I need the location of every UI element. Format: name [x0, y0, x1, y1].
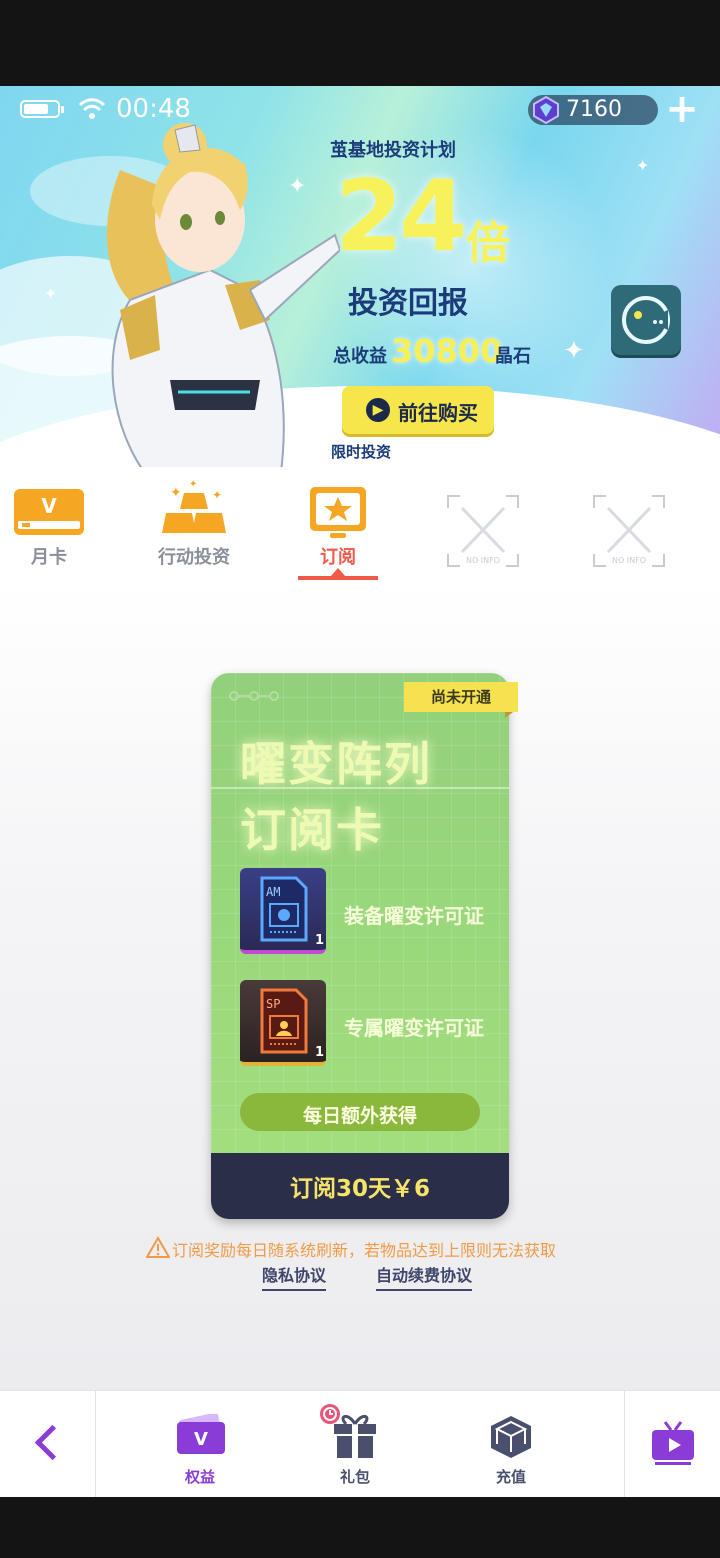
gem-count: 7160 — [566, 97, 622, 122]
svg-text:✦: ✦ — [170, 485, 182, 501]
tab-subscription[interactable]: 订阅 — [278, 467, 398, 580]
item-label: 专属曜变许可证 — [344, 1016, 484, 1040]
gem-balance: 7160 — [528, 95, 658, 125]
add-gems-button[interactable]: + — [664, 89, 700, 129]
nav-label: 权益 — [184, 1468, 215, 1486]
active-tab-caret — [331, 568, 345, 576]
badge-fold — [505, 712, 513, 718]
vip-ticket-icon: V — [177, 1414, 225, 1454]
card-dots-decor — [229, 691, 279, 701]
back-button[interactable] — [0, 1390, 96, 1497]
item-qty: 1 — [314, 933, 324, 948]
status-badge: 尚未开通 — [404, 682, 518, 712]
svg-text:✦: ✦ — [212, 488, 222, 502]
card-title: 曜变阵列 — [240, 737, 432, 791]
sparkle-icon: ✦ — [636, 156, 650, 175]
card-divider — [211, 787, 509, 789]
subscribe-label: 订阅30天￥6 — [289, 1176, 430, 1202]
top-letterbox — [0, 0, 720, 86]
item-qty: 1 — [314, 1045, 324, 1060]
daily-bonus-label: 每日额外获得 — [302, 1105, 417, 1127]
status-time: 00:48 — [116, 94, 191, 124]
nav-recharge[interactable]: 充值 — [456, 1390, 566, 1497]
svg-text:V: V — [194, 1429, 208, 1450]
sparkle-icon: ✦ — [44, 284, 58, 303]
privacy-link[interactable]: 隐私协议 — [262, 1262, 327, 1291]
total-label: 总收益 — [333, 346, 387, 367]
total-value: 30800 — [391, 332, 503, 370]
cube-icon — [491, 1416, 531, 1458]
limited-time-label: 限时投资 — [331, 443, 392, 461]
gift-icon — [320, 1404, 376, 1458]
item-slot[interactable]: SP 1 — [240, 980, 326, 1066]
auto-renew-link[interactable]: 自动续费协议 — [376, 1262, 473, 1291]
svg-text:AM: AM — [266, 885, 280, 899]
item-slot[interactable]: AM 1 — [240, 868, 326, 954]
tab-label: 月卡 — [31, 547, 67, 568]
am-license-icon: AM — [260, 876, 308, 942]
total-unit: 晶石 — [495, 346, 531, 367]
arrow-right-icon: ▶ — [366, 398, 390, 422]
sp-license-icon: SP — [260, 988, 308, 1054]
nav-benefits[interactable]: V 权益 — [145, 1390, 255, 1497]
nav-label: 充值 — [495, 1468, 526, 1486]
svg-text:V: V — [41, 494, 57, 518]
banner-subtitle: 茧基地投资计划 — [330, 140, 456, 161]
sparkle-icon: ✦ — [563, 336, 585, 366]
mascot-button[interactable] — [611, 285, 681, 355]
notice-text: 订阅奖励每日随系统刷新，若物品达到上限则无法获取 — [172, 1241, 557, 1260]
tab-label: 订阅 — [320, 547, 356, 568]
notice-row: 订阅奖励每日随系统刷新，若物品达到上限则无法获取 — [146, 1236, 566, 1260]
warning-icon — [146, 1236, 170, 1258]
tv-play-icon — [652, 1421, 694, 1465]
svg-text:NO INFO: NO INFO — [466, 556, 500, 565]
banner-multiplier: 24 — [335, 160, 467, 274]
bottom-letterbox — [0, 1497, 720, 1558]
wifi-icon — [78, 98, 106, 119]
pacman-mascot-icon — [622, 296, 670, 344]
no-info-placeholder-icon[interactable]: NO INFO — [592, 494, 666, 568]
go-buy-button[interactable]: ▶ 前往购买 — [342, 386, 494, 434]
battery-icon — [20, 100, 64, 118]
subscribe-button[interactable]: 订阅30天￥6 — [211, 1153, 509, 1219]
tab-monthly-card[interactable]: V 月卡 — [0, 467, 109, 580]
nav-gift-pack[interactable]: 礼包 — [300, 1390, 410, 1497]
svg-text:SP: SP — [266, 997, 280, 1011]
banner-multiplier-unit: 倍 — [466, 218, 510, 269]
no-info-placeholder-icon[interactable]: NO INFO — [446, 494, 520, 568]
character-illustration — [106, 123, 340, 480]
gold-bars-icon: ✦ ✦ ✦ — [162, 479, 226, 533]
daily-bonus-pill: 每日额外获得 — [240, 1093, 480, 1131]
nav-label: 礼包 — [339, 1468, 370, 1486]
svg-text:NO INFO: NO INFO — [612, 556, 646, 565]
banner-headline: 投资回报 — [348, 286, 468, 321]
item-label: 装备曜变许可证 — [344, 904, 484, 928]
tab-action-investment[interactable]: ✦ ✦ ✦ 行动投资 — [134, 467, 254, 580]
video-button[interactable] — [624, 1390, 720, 1497]
svg-text:✦: ✦ — [189, 479, 197, 490]
vip-card-icon: V — [14, 489, 84, 535]
go-buy-label: 前往购买 — [398, 401, 478, 425]
gem-icon — [533, 95, 559, 125]
tab-label: 行动投资 — [158, 547, 230, 568]
card-subtitle: 订阅卡 — [240, 803, 384, 857]
star-screen-icon — [310, 487, 366, 538]
